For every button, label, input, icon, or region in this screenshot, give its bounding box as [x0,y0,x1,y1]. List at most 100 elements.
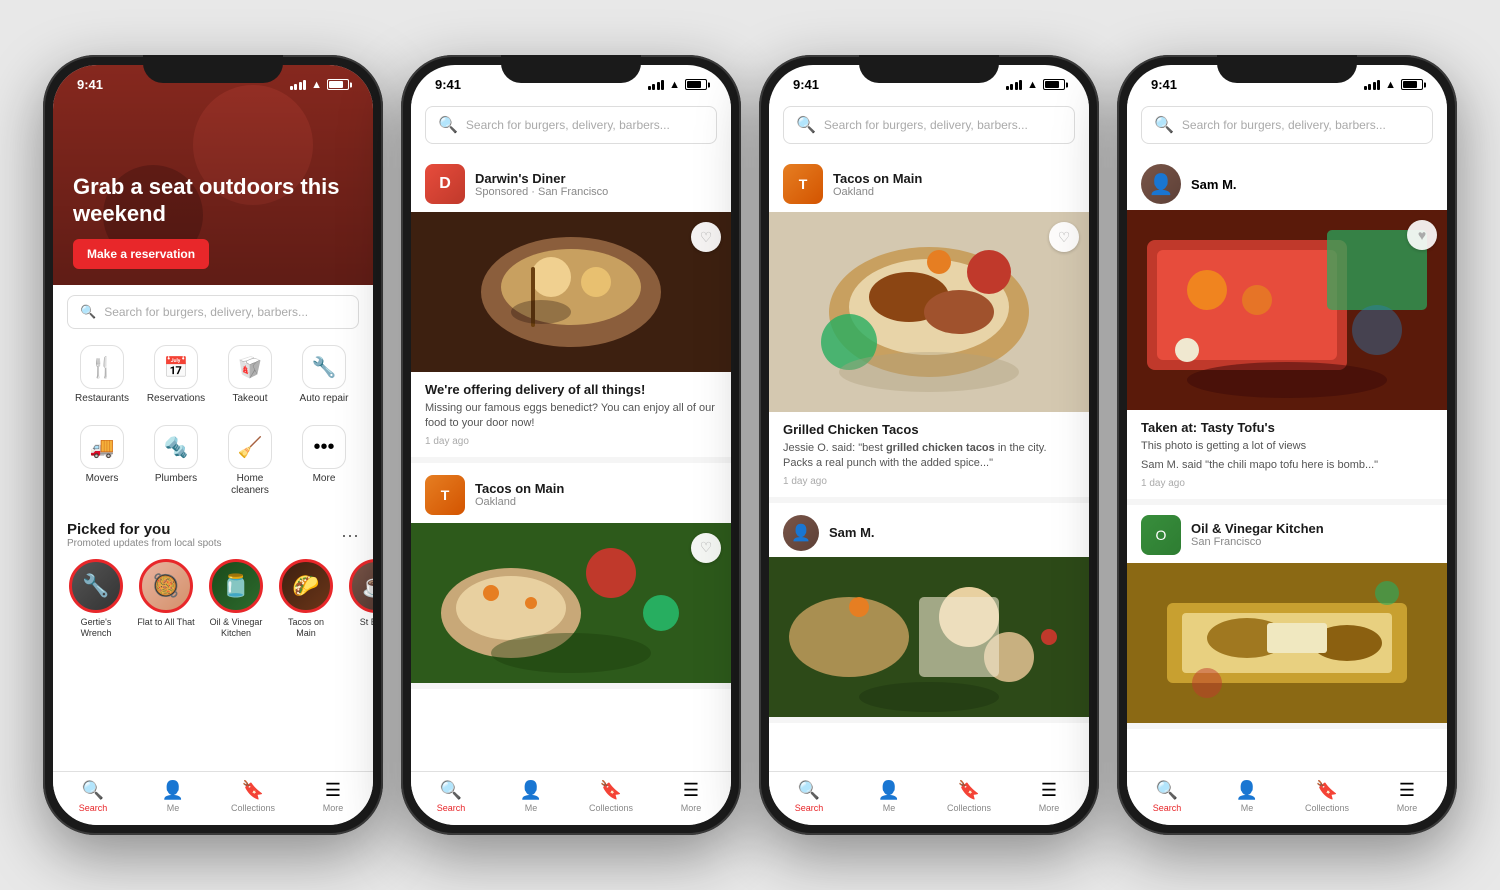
phone-1-content: Grab a seat outdoors this weekend Make a… [53,65,373,771]
phone-3-content: T Tacos on Main Oakland [769,154,1089,771]
more-nav-label-2: More [681,803,702,813]
bottom-nav-4: 🔍 Search 👤 Me 🔖 Collections ☰ More [1127,771,1447,825]
darwin-heart-btn[interactable]: ♡ [691,222,721,252]
category-home-cleaners[interactable]: 🧹 Home cleaners [215,417,285,505]
sam-tofu-headline: Taken at: Tasty Tofu's [1141,420,1433,435]
battery-1 [327,79,349,90]
me-nav-label-3: Me [883,803,896,813]
nav-more-1[interactable]: ☰ More [293,780,373,813]
oil-name: Oil & Vinegar Kitchen [207,617,265,639]
collections-nav-icon-2: 🔖 [600,780,622,801]
nav-me-1[interactable]: 👤 Me [133,780,213,813]
page-container: 9:41 ▲ Grab a s [0,0,1500,890]
tacos-body-bold: grilled chicken tacos [886,442,995,454]
tacos-heart-btn-2[interactable]: ♡ [691,533,721,563]
bottom-nav-2: 🔍 Search 👤 Me 🔖 Collections ☰ More [411,771,731,825]
nav-more-3[interactable]: ☰ More [1009,780,1089,813]
darwin-info: Darwin's Diner Sponsored · San Francisco [475,171,608,198]
picked-item-tacos[interactable]: 🌮 Tacos on Main [277,559,335,639]
darwin-avatar: D [425,164,465,204]
status-time-1: 9:41 [77,77,103,92]
category-movers[interactable]: 🚚 Movers [67,417,137,505]
tacos-grilled-food-img [769,212,1089,412]
tacos-grilled-body: Jessie O. said: "best grilled chicken ta… [783,441,1075,472]
picked-item-st[interactable]: ☕ St Bra... [347,559,373,639]
category-restaurants[interactable]: 🍴 Restaurants [67,337,137,413]
darwin-card-header: D Darwin's Diner Sponsored · San Francis… [411,154,731,212]
category-more[interactable]: ••• More [289,417,359,505]
sam-avatar-3: 👤 [783,515,819,551]
sam-photo-name: Sam M. [1191,177,1237,192]
nav-me-2[interactable]: 👤 Me [491,780,571,813]
category-takeout[interactable]: 🥡 Takeout [215,337,285,413]
status-time-2: 9:41 [435,77,461,92]
search-bar-3[interactable]: 🔍 Search for burgers, delivery, barbers.… [783,106,1075,144]
nav-collections-3[interactable]: 🔖 Collections [929,780,1009,813]
phone-3-screen: 9:41 ▲ 🔍 Search for burgers, delivery, b… [769,65,1089,825]
category-plumbers[interactable]: 🔩 Plumbers [141,417,211,505]
picked-item-flat[interactable]: 🥘 Flat to All That [137,559,195,639]
collections-nav-label-2: Collections [589,803,633,813]
search-nav-icon-1: 🔍 [82,780,104,801]
phone-4: 9:41 ▲ 🔍 Search for burgers, delivery, b… [1117,55,1457,835]
status-icons-3: ▲ [1006,79,1065,91]
category-auto-repair[interactable]: 🔧 Auto repair [289,337,359,413]
tacos-name: Tacos on Main [277,617,335,639]
darwin-card: D Darwin's Diner Sponsored · San Francis… [411,154,731,463]
category-reservations[interactable]: 📅 Reservations [141,337,211,413]
sam-photo-card: 👤 Sam M. [1127,154,1447,505]
oil-avatar: 🫙 [209,559,263,613]
nav-more-2[interactable]: ☰ More [651,780,731,813]
status-icons-2: ▲ [648,79,707,91]
nav-search-2[interactable]: 🔍 Search [411,780,491,813]
me-nav-label-2: Me [525,803,538,813]
tacos-grilled-timestamp: 1 day ago [783,476,1075,487]
sam-tofu-body-2: Sam M. said "the chili mapo tofu here is… [1141,458,1433,473]
nav-me-3[interactable]: 👤 Me [849,780,929,813]
nav-search-1[interactable]: 🔍 Search [53,780,133,813]
tacos-grilled-heart-btn[interactable]: ♡ [1049,222,1079,252]
oil-vinegar-header: O Oil & Vinegar Kitchen San Francisco [1127,505,1447,563]
me-nav-icon-3: 👤 [878,780,900,801]
phone-3: 9:41 ▲ 🔍 Search for burgers, delivery, b… [759,55,1099,835]
nav-collections-2[interactable]: 🔖 Collections [571,780,651,813]
nav-collections-1[interactable]: 🔖 Collections [213,780,293,813]
status-bar-2: 9:41 ▲ [411,65,731,96]
sam-photo-info: Sam M. [1191,177,1237,192]
sam-tofu-heart-btn[interactable]: ♥ [1407,220,1437,250]
search-bar-2[interactable]: 🔍 Search for burgers, delivery, barbers.… [425,106,717,144]
search-placeholder-4: Search for burgers, delivery, barbers... [1182,118,1386,132]
make-reservation-button[interactable]: Make a reservation [73,239,209,269]
more-icon: ••• [302,425,346,469]
picked-item-oil[interactable]: 🫙 Oil & Vinegar Kitchen [207,559,265,639]
oil-vinegar-info: Oil & Vinegar Kitchen San Francisco [1191,521,1324,548]
sam-tofu-text: Taken at: Tasty Tofu's This photo is get… [1127,410,1447,499]
more-nav-icon-4: ☰ [1399,780,1415,801]
search-bar-1[interactable]: 🔍 Search for burgers, delivery, barbers.… [67,295,359,329]
sam-card-3: 👤 Sam M. [769,505,1089,723]
nav-search-3[interactable]: 🔍 Search [769,780,849,813]
darwin-body: Missing our famous eggs benedict? You ca… [425,401,717,432]
tacos-grilled-headline: Grilled Chicken Tacos [783,422,1075,437]
search-bar-4[interactable]: 🔍 Search for burgers, delivery, barbers.… [1141,106,1433,144]
nav-more-4[interactable]: ☰ More [1367,780,1447,813]
tacos-food-img-2 [411,523,731,683]
status-time-3: 9:41 [793,77,819,92]
search-nav-icon-2: 🔍 [440,780,462,801]
picked-item-gertie[interactable]: 🔧 Gertie's Wrench [67,559,125,639]
oil-vinegar-card: O Oil & Vinegar Kitchen San Francisco [1127,505,1447,729]
search-nav-label-4: Search [1153,803,1182,813]
picked-more-button[interactable]: ··· [341,525,359,546]
status-bar-4: 9:41 ▲ [1127,65,1447,96]
feed-search-wrap-2: 🔍 Search for burgers, delivery, barbers.… [411,96,731,154]
tacos-grilled-text: Grilled Chicken Tacos Jessie O. said: "b… [769,412,1089,497]
sam-tofu-body-1: This photo is getting a lot of views [1141,439,1433,454]
sam-tofu-image: ♥ [1127,210,1447,410]
nav-collections-4[interactable]: 🔖 Collections [1287,780,1367,813]
status-time-4: 9:41 [1151,77,1177,92]
nav-search-4[interactable]: 🔍 Search [1127,780,1207,813]
nav-me-4[interactable]: 👤 Me [1207,780,1287,813]
home-cleaners-label: Home cleaners [219,473,281,497]
collections-nav-icon-3: 🔖 [958,780,980,801]
plumbers-icon: 🔩 [154,425,198,469]
